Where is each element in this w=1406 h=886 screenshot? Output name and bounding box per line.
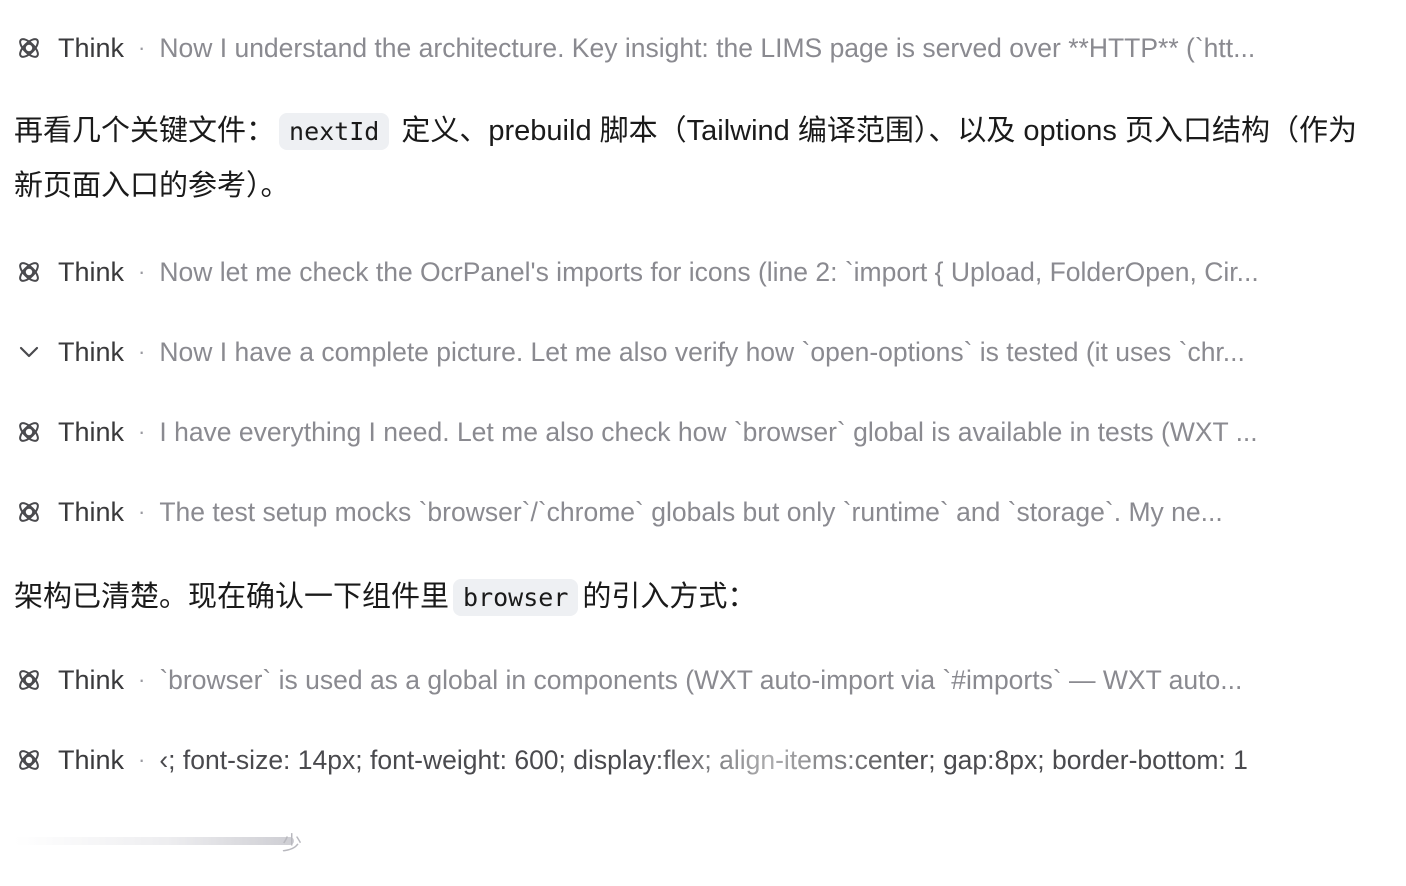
sparkle-icon (14, 417, 44, 447)
shimmer-glyph: 少 (282, 832, 302, 855)
sparkle-icon (14, 257, 44, 287)
think-row-streaming[interactable]: Think · ‹; font-size: 14px; font-weight:… (14, 740, 1380, 780)
sparkle-icon (14, 33, 44, 63)
think-row[interactable]: Think · `browser` is used as a global in… (14, 660, 1380, 700)
separator-dot: · (138, 499, 146, 524)
separator-dot: · (138, 667, 146, 692)
think-summary: `browser` is used as a global in compone… (159, 664, 1243, 695)
assistant-message-paragraph: 架构已清楚。现在确认一下组件里 browser 的引入方式： (14, 570, 1384, 625)
think-summary: Now I have a complete picture. Let me al… (159, 336, 1245, 367)
think-summary: Now let me check the OcrPanel's imports … (159, 256, 1259, 287)
think-row[interactable]: Think · I have everything I need. Let me… (14, 412, 1380, 452)
agent-activity-feed: Think · Now I understand the architectur… (0, 0, 1406, 886)
think-row[interactable]: Think · Now I have a complete picture. L… (14, 332, 1380, 372)
chevron-down-icon[interactable] (14, 337, 44, 367)
think-label: Think (58, 336, 125, 367)
think-summary: I have everything I need. Let me also ch… (159, 416, 1258, 447)
sparkle-icon (14, 665, 44, 695)
think-label: Think (58, 664, 125, 695)
loading-shimmer: 少 (14, 826, 314, 856)
separator-dot: · (138, 35, 146, 60)
think-row[interactable]: Think · Now I understand the architectur… (14, 28, 1380, 68)
think-summary-streaming: ‹; font-size: 14px; font-weight: 600; di… (159, 744, 1248, 775)
think-label: Think (58, 32, 125, 63)
sparkle-icon (14, 497, 44, 527)
think-label: Think (58, 744, 125, 775)
think-row[interactable]: Think · Now let me check the OcrPanel's … (14, 252, 1380, 292)
sparkle-icon (14, 745, 44, 775)
shimmer-bar (14, 837, 294, 845)
think-row[interactable]: Think · The test setup mocks `browser`/`… (14, 492, 1380, 532)
message-text: 再看几个关键文件： (14, 115, 276, 147)
message-text: 架构已清楚。现在确认一下组件里 (14, 581, 450, 613)
separator-dot: · (138, 747, 146, 772)
separator-dot: · (138, 419, 146, 444)
inline-code: nextId (279, 113, 390, 150)
message-text: 的引入方式： (582, 581, 757, 613)
inline-code: browser (453, 579, 579, 616)
think-label: Think (58, 256, 125, 287)
think-summary: Now I understand the architecture. Key i… (159, 32, 1256, 63)
think-label: Think (58, 416, 125, 447)
separator-dot: · (138, 259, 146, 284)
think-label: Think (58, 496, 125, 527)
think-summary: The test setup mocks `browser`/`chrome` … (159, 496, 1223, 527)
assistant-message-paragraph: 再看几个关键文件： nextId 定义、prebuild 脚本（Tailwind … (14, 104, 1384, 214)
separator-dot: · (138, 339, 146, 364)
